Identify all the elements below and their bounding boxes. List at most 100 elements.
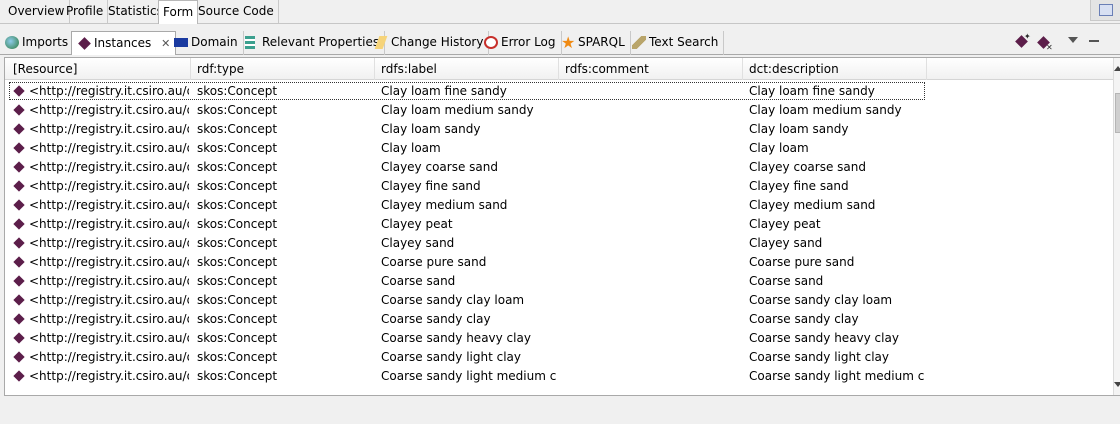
table-row[interactable]: <http://registry.it.csiro.au/d... skos:Co… bbox=[5, 234, 1113, 253]
cell-label: Coarse sand bbox=[381, 274, 456, 288]
tab-imports[interactable]: Imports bbox=[0, 31, 75, 55]
tab-relevant-properties-label: Relevant Properties bbox=[262, 35, 380, 49]
table-header: [Resource] rdf:type rdfs:label rdfs:comm… bbox=[5, 58, 1120, 80]
create-star-icon: ✦ bbox=[1024, 32, 1031, 41]
cell-resource: <http://registry.it.csiro.au/d... bbox=[29, 122, 189, 136]
scroll-down-icon[interactable] bbox=[1114, 382, 1120, 387]
cell-label: Clay loam sandy bbox=[381, 122, 481, 136]
scroll-up-icon[interactable] bbox=[1114, 66, 1120, 71]
domain-icon bbox=[174, 38, 188, 47]
cell-label: Clay loam medium sandy bbox=[381, 103, 534, 117]
instance-diamond-icon bbox=[13, 180, 25, 192]
cell-description: Coarse pure sand bbox=[749, 255, 855, 269]
cell-description: Coarse sandy clay loam bbox=[749, 293, 893, 307]
tab-text-search-label: Text Search bbox=[649, 35, 719, 49]
cell-type: skos:Concept bbox=[197, 141, 278, 155]
tab-source-code[interactable]: Source Code bbox=[194, 0, 279, 23]
table-row[interactable]: <http://registry.it.csiro.au/d... skos:Co… bbox=[5, 272, 1113, 291]
cell-type: skos:Concept bbox=[197, 217, 278, 231]
column-header-description[interactable]: dct:description bbox=[743, 58, 927, 80]
cell-type: skos:Concept bbox=[197, 236, 278, 250]
table-row[interactable]: <http://registry.it.csiro.au/d... skos:Co… bbox=[5, 348, 1113, 367]
tab-relevant-properties[interactable]: Relevant Properties bbox=[240, 31, 386, 55]
table-row[interactable]: <http://registry.it.csiro.au/d... skos:Co… bbox=[5, 120, 1113, 139]
tab-overview[interactable]: Overview bbox=[4, 0, 70, 23]
cell-comment bbox=[565, 139, 741, 158]
column-header-comment[interactable]: rdfs:comment bbox=[559, 58, 743, 80]
table-row[interactable]: <http://registry.it.csiro.au/d... skos:Co… bbox=[5, 101, 1113, 120]
tab-instances-label: Instances bbox=[94, 36, 152, 50]
scrollbar-thumb[interactable] bbox=[1115, 93, 1120, 133]
cell-description: Coarse sandy clay bbox=[749, 312, 859, 326]
cell-label: Clay loam bbox=[381, 141, 441, 155]
instance-diamond-icon bbox=[13, 104, 25, 116]
cell-label: Coarse sandy light medium clay bbox=[381, 369, 557, 383]
cell-description: Clay loam sandy bbox=[749, 122, 849, 136]
cell-description: Clay loam medium sandy bbox=[749, 103, 902, 117]
cell-label: Coarse sandy light clay bbox=[381, 350, 521, 364]
cell-type: skos:Concept bbox=[197, 160, 278, 174]
tab-error-log[interactable]: Error Log bbox=[479, 31, 562, 55]
table-row[interactable]: <http://registry.it.csiro.au/d... skos:Co… bbox=[5, 329, 1113, 348]
instances-table: [Resource] rdf:type rdfs:label rdfs:comm… bbox=[4, 57, 1120, 396]
cell-type: skos:Concept bbox=[197, 84, 278, 98]
cell-comment bbox=[565, 120, 741, 139]
tab-profile[interactable]: Profile bbox=[62, 0, 109, 23]
table-row[interactable]: <http://registry.it.csiro.au/d... skos:Co… bbox=[5, 196, 1113, 215]
cell-resource: <http://registry.it.csiro.au/d... bbox=[29, 179, 189, 193]
error-log-icon bbox=[484, 36, 498, 49]
cell-description: Coarse sandy heavy clay bbox=[749, 331, 899, 345]
tab-domain-label: Domain bbox=[191, 35, 238, 49]
tab-instances[interactable]: Instances ✕ bbox=[71, 31, 177, 55]
table-row[interactable]: <http://registry.it.csiro.au/d... skos:Co… bbox=[5, 158, 1113, 177]
table-row[interactable]: <http://registry.it.csiro.au/d... skos:Co… bbox=[5, 310, 1113, 329]
table-row[interactable]: <http://registry.it.csiro.au/d... skos:Co… bbox=[5, 139, 1113, 158]
cell-description: Clay loam bbox=[749, 141, 809, 155]
tab-text-search[interactable]: Text Search bbox=[627, 31, 725, 55]
instance-diamond-icon bbox=[13, 142, 25, 154]
column-header-label[interactable]: rdfs:label bbox=[375, 58, 559, 80]
cell-label: Clay loam fine sandy bbox=[381, 84, 507, 98]
cell-type: skos:Concept bbox=[197, 274, 278, 288]
instance-diamond-icon bbox=[13, 161, 25, 173]
tab-imports-label: Imports bbox=[22, 35, 69, 49]
properties-icon bbox=[245, 36, 255, 49]
cell-comment bbox=[565, 329, 741, 348]
cell-resource: <http://registry.it.csiro.au/d... bbox=[29, 293, 189, 307]
table-row[interactable]: <http://registry.it.csiro.au/d... skos:Co… bbox=[5, 82, 1113, 101]
table-row[interactable]: <http://registry.it.csiro.au/d... skos:Co… bbox=[5, 177, 1113, 196]
view-menu-icon[interactable] bbox=[1068, 37, 1078, 43]
cell-resource: <http://registry.it.csiro.au/d... bbox=[29, 331, 189, 345]
cell-comment bbox=[565, 367, 741, 386]
perspective-button[interactable] bbox=[1090, 0, 1120, 21]
tab-sparql[interactable]: ★ SPARQL bbox=[556, 31, 631, 55]
cell-resource: <http://registry.it.csiro.au/d... bbox=[29, 312, 189, 326]
cell-description: Coarse sand bbox=[749, 274, 824, 288]
instance-diamond-icon bbox=[13, 199, 25, 211]
cell-comment bbox=[565, 177, 741, 196]
column-header-resource[interactable]: [Resource] bbox=[5, 58, 191, 80]
cell-comment bbox=[565, 158, 741, 177]
tab-form[interactable]: Form bbox=[158, 0, 199, 24]
cell-type: skos:Concept bbox=[197, 255, 278, 269]
instance-diamond-icon bbox=[13, 275, 25, 287]
cell-resource: <http://registry.it.csiro.au/d... bbox=[29, 369, 189, 383]
instance-diamond-icon bbox=[13, 237, 25, 249]
cell-label: Coarse sandy heavy clay bbox=[381, 331, 531, 345]
cell-comment bbox=[565, 82, 741, 101]
table-row[interactable]: <http://registry.it.csiro.au/d... skos:Co… bbox=[5, 367, 1113, 386]
cell-description: Clayey medium sand bbox=[749, 198, 876, 212]
cell-label: Coarse sandy clay bbox=[381, 312, 491, 326]
tab-domain[interactable]: Domain bbox=[169, 31, 244, 55]
table-row[interactable]: <http://registry.it.csiro.au/d... skos:Co… bbox=[5, 215, 1113, 234]
vertical-scrollbar[interactable] bbox=[1113, 58, 1120, 395]
table-row[interactable]: <http://registry.it.csiro.au/d... skos:Co… bbox=[5, 291, 1113, 310]
cell-type: skos:Concept bbox=[197, 369, 278, 383]
cell-resource: <http://registry.it.csiro.au/d... bbox=[29, 217, 189, 231]
tab-sparql-label: SPARQL bbox=[578, 35, 625, 49]
tab-change-history[interactable]: Change History bbox=[369, 31, 490, 55]
cell-resource: <http://registry.it.csiro.au/d... bbox=[29, 160, 189, 174]
column-header-type[interactable]: rdf:type bbox=[191, 58, 375, 80]
minimize-icon[interactable] bbox=[1089, 40, 1099, 42]
table-row[interactable]: <http://registry.it.csiro.au/d... skos:Co… bbox=[5, 253, 1113, 272]
